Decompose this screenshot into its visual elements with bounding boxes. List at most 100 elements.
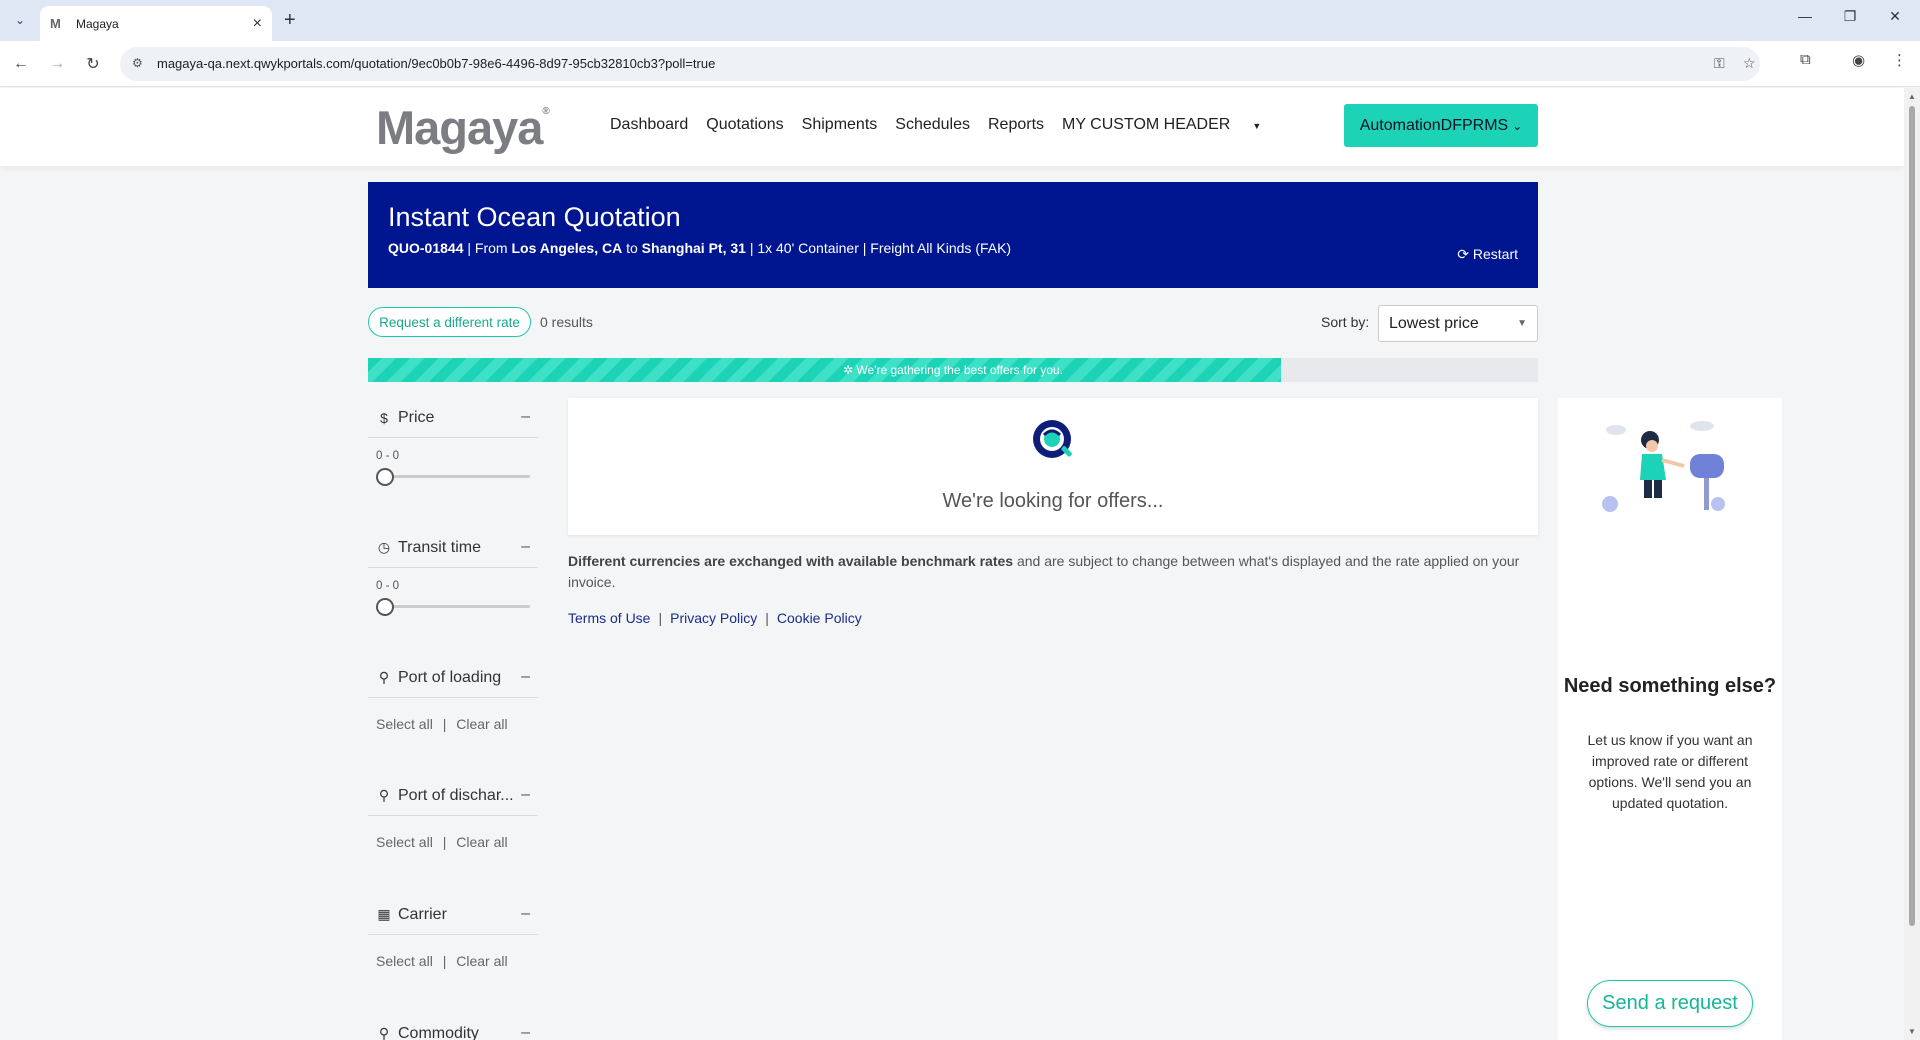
- back-icon[interactable]: ←: [8, 51, 34, 77]
- reload-icon[interactable]: ↻: [80, 51, 106, 77]
- nav-custom-header-label: MY CUSTOM HEADER: [1062, 116, 1231, 133]
- caret-down-icon: ▼: [1252, 121, 1262, 131]
- site-info-icon[interactable]: ⚙: [132, 56, 143, 70]
- separator: |: [765, 610, 769, 626]
- minimize-icon[interactable]: —: [1790, 8, 1820, 24]
- slider-track: [384, 605, 530, 608]
- filter-carrier: ▦ Carrier – Select all | Clear all: [368, 895, 538, 969]
- user-menu-label: AutomationDFPRMS: [1359, 116, 1509, 134]
- password-key-icon[interactable]: ⚿: [1714, 55, 1725, 72]
- progress-label: We're gathering the best offers for you.: [856, 363, 1064, 377]
- progress-bar: ✲ We're gathering the best offers for yo…: [368, 358, 1538, 382]
- restart-label: Restart: [1472, 246, 1518, 262]
- nav-reports[interactable]: Reports: [988, 116, 1044, 134]
- clear-all-link[interactable]: Clear all: [456, 716, 507, 732]
- page-scrollbar[interactable]: ▲ ▼: [1904, 88, 1920, 1040]
- filter-header[interactable]: ⚲ Commodity –: [368, 1014, 538, 1040]
- range-value: 0 - 0: [376, 450, 400, 462]
- price-slider[interactable]: [376, 466, 530, 486]
- pin-icon: ⚲: [378, 1025, 390, 1040]
- page-title: Instant Ocean Quotation: [388, 202, 681, 232]
- clear-all-link[interactable]: Clear all: [456, 834, 507, 850]
- filter-header[interactable]: $ Price –: [368, 398, 538, 438]
- separator: |: [442, 716, 447, 732]
- collapse-icon[interactable]: –: [521, 905, 530, 923]
- results-count: 0 results: [540, 314, 593, 330]
- send-request-button[interactable]: Send a request: [1587, 980, 1753, 1027]
- bookmark-star-icon[interactable]: ☆: [1743, 55, 1756, 72]
- filter-title: Commodity: [398, 1024, 479, 1040]
- select-all-link[interactable]: Select all: [376, 834, 433, 850]
- select-all-link[interactable]: Select all: [376, 953, 433, 969]
- clock-icon: ◷: [377, 539, 391, 555]
- restart-button[interactable]: ⟳ Restart: [1457, 246, 1518, 263]
- select-links: Select all | Clear all: [376, 716, 538, 732]
- tab-close-icon[interactable]: ×: [253, 15, 262, 33]
- cookie-link[interactable]: Cookie Policy: [777, 610, 862, 626]
- slider-thumb[interactable]: [376, 598, 394, 616]
- sort-select[interactable]: Lowest price ▼: [1378, 305, 1538, 342]
- extensions-icon[interactable]: ⧉: [1800, 51, 1811, 68]
- privacy-link[interactable]: Privacy Policy: [670, 610, 757, 626]
- slider-thumb[interactable]: [376, 468, 394, 486]
- profile-icon[interactable]: ◉: [1852, 51, 1865, 69]
- user-menu-button[interactable]: AutomationDFPRMS ⌄: [1344, 104, 1538, 147]
- terms-link[interactable]: Terms of Use: [568, 610, 650, 626]
- clear-all-link[interactable]: Clear all: [456, 953, 507, 969]
- nav-custom-header[interactable]: MY CUSTOM HEADER ▼: [1062, 116, 1261, 134]
- forward-icon[interactable]: →: [44, 51, 70, 77]
- filter-header[interactable]: ⚲ Port of loading –: [368, 658, 538, 698]
- scroll-up-icon[interactable]: ▲: [1908, 92, 1916, 101]
- filter-header[interactable]: ◷ Transit time –: [368, 528, 538, 568]
- nav-dashboard[interactable]: Dashboard: [610, 116, 688, 134]
- nav-quotations[interactable]: Quotations: [706, 116, 783, 134]
- collapse-icon[interactable]: –: [521, 538, 530, 556]
- nav-schedules[interactable]: Schedules: [895, 116, 970, 134]
- transit-slider[interactable]: [376, 596, 530, 616]
- browser-tab[interactable]: M Magaya ×: [40, 6, 272, 41]
- filter-transit: ◷ Transit time – 0 - 0: [368, 528, 538, 616]
- filter-title: Port of loading: [398, 668, 502, 686]
- from-label: | From: [467, 240, 508, 256]
- quotation-summary: QUO-01844 | From Los Angeles, CA to Shan…: [388, 240, 1011, 256]
- url-text[interactable]: magaya-qa.next.qwykportals.com/quotation…: [157, 56, 715, 71]
- collapse-icon[interactable]: –: [521, 1024, 530, 1040]
- filter-title: Carrier: [398, 905, 447, 923]
- select-all-link[interactable]: Select all: [376, 716, 433, 732]
- sort-value: Lowest price: [1389, 315, 1479, 332]
- address-bar[interactable]: ⚙ magaya-qa.next.qwykportals.com/quotati…: [120, 47, 1760, 81]
- window-close-icon[interactable]: ✕: [1880, 8, 1910, 25]
- separator: |: [442, 834, 447, 850]
- tab-search-chevron-icon[interactable]: ⌄: [8, 9, 32, 31]
- browser-tabbar: ⌄ M Magaya × + — ❐ ✕: [0, 0, 1920, 41]
- building-icon: ▦: [377, 906, 391, 922]
- footer-links: Terms of Use | Privacy Policy | Cookie Polic…: [568, 610, 862, 626]
- filter-title: Price: [398, 408, 435, 426]
- browser-menu-icon[interactable]: ⋮: [1892, 51, 1907, 69]
- slider-track: [384, 475, 530, 478]
- filter-header[interactable]: ⚲ Port of dischar... –: [368, 776, 538, 816]
- origin: Los Angeles, CA: [511, 240, 623, 256]
- scroll-down-icon[interactable]: ▼: [1908, 1027, 1916, 1036]
- disclaimer-bold: Different currencies are exchanged with …: [568, 553, 1014, 569]
- collapse-icon[interactable]: –: [521, 408, 530, 426]
- restore-icon[interactable]: ❐: [1835, 8, 1865, 25]
- help-card: Need something else? Let us know if you …: [1558, 398, 1782, 1040]
- sort-label: Sort by:: [1321, 314, 1370, 330]
- results-card: We're looking for offers...: [568, 398, 1538, 535]
- new-tab-icon[interactable]: +: [284, 9, 296, 32]
- scrollbar-thumb[interactable]: [1909, 106, 1915, 926]
- main-nav: Dashboard Quotations Shipments Schedules…: [610, 116, 1279, 134]
- nav-shipments[interactable]: Shipments: [802, 116, 878, 134]
- destination: Shanghai Pt, 31: [641, 240, 746, 256]
- collapse-icon[interactable]: –: [521, 786, 530, 804]
- magaya-logo[interactable]: Magaya®: [376, 100, 550, 155]
- collapse-icon[interactable]: –: [521, 668, 530, 686]
- filter-port-of-loading: ⚲ Port of loading – Select all | Clear a…: [368, 658, 538, 732]
- filter-header[interactable]: ▦ Carrier –: [368, 895, 538, 935]
- filter-commodity: ⚲ Commodity –: [368, 1014, 538, 1040]
- looking-text: We're looking for offers...: [942, 490, 1164, 512]
- request-different-rate-button[interactable]: Request a different rate: [368, 307, 531, 337]
- progress-text: ✲ We're gathering the best offers for yo…: [368, 363, 1538, 377]
- spinner-icon: ✲: [842, 363, 854, 377]
